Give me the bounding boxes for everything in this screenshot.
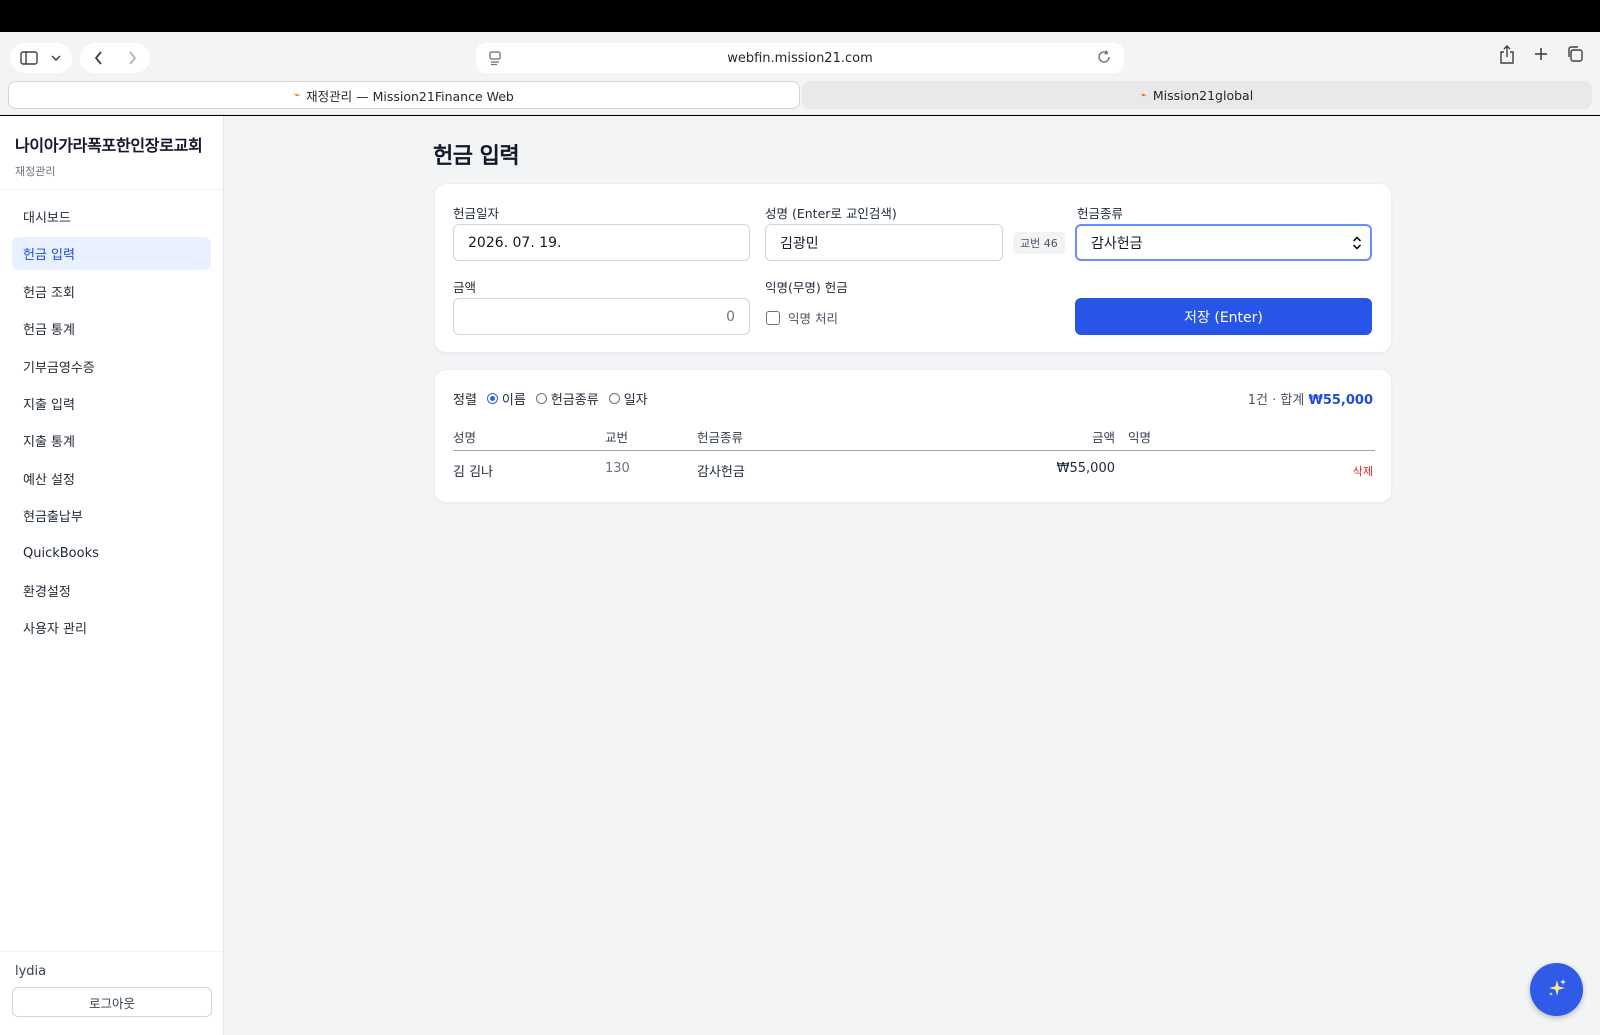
sidebar-nav: 대시보드 헌금 입력 헌금 조회 헌금 통계 기부금영수증 지출 입력 지출 통… <box>0 190 223 659</box>
amount-label: 금액 <box>453 280 477 295</box>
sidebar-item-offering-search[interactable]: 헌금 조회 <box>12 275 211 308</box>
radio-unchecked-icon[interactable] <box>608 393 620 404</box>
current-user: lydia <box>15 964 47 979</box>
column-header-member[interactable]: 교번 <box>605 427 628 446</box>
amount-input[interactable] <box>453 298 750 335</box>
sidebar-toggle-group <box>10 43 72 73</box>
tab-strip: ⌁ 재정관리 — Mission21Finance Web ⌁ Mission2… <box>8 81 1592 109</box>
offering-type-select[interactable]: 감사헌금 <box>1075 224 1372 261</box>
menu-bar-strip <box>0 0 1600 32</box>
tab-finance[interactable]: ⌁ 재정관리 — Mission21Finance Web <box>8 81 800 109</box>
anonymous-checkbox-label: 익명 처리 <box>788 311 838 326</box>
org-name: 나이아가라폭포한인장로교회 <box>15 136 203 155</box>
sidebar: 나이아가라폭포한인장로교회 재정관리 대시보드 헌금 입력 헌금 조회 헌금 통… <box>0 116 224 1035</box>
summary-total: ₩55,000 <box>1308 393 1373 408</box>
anonymous-label: 익명(무명) 헌금 <box>765 280 848 295</box>
sidebar-item-quickbooks[interactable]: QuickBooks <box>12 537 211 570</box>
anonymous-checkbox[interactable] <box>766 310 780 325</box>
sort-option-type[interactable]: 헌금종류 <box>535 389 599 408</box>
reload-icon[interactable] <box>1096 49 1112 69</box>
sparkles-icon <box>1546 977 1568 1003</box>
brand: 나이아가라폭포한인장로교회 재정관리 <box>0 116 223 190</box>
page-menu-icon[interactable] <box>488 50 502 70</box>
offering-list-card: 정렬 이름 헌금종류 일자 1건 · 합계 ₩55,000 성명 교번 헌금종류… <box>434 369 1392 503</box>
forward-icon[interactable] <box>122 47 142 69</box>
new-tab-icon[interactable] <box>1530 43 1552 65</box>
cell-type: 감사헌금 <box>697 465 745 480</box>
sort-option-date[interactable]: 일자 <box>608 389 648 408</box>
main-content: 헌금 입력 헌금일자 2026. 07. 19. 성명 (Enter로 교인검색… <box>224 116 1600 1035</box>
org-subtitle: 재정관리 <box>15 165 56 178</box>
url-text: webfin.mission21.com <box>727 50 873 66</box>
delete-button[interactable]: 삭제 <box>1353 463 1373 479</box>
assistant-fab[interactable] <box>1530 963 1583 1016</box>
sidebar-toggle-icon[interactable] <box>18 47 40 69</box>
date-field[interactable]: 2026. 07. 19. <box>453 224 750 261</box>
app-root: 나이아가라폭포한인장로교회 재정관리 대시보드 헌금 입력 헌금 조회 헌금 통… <box>0 116 1600 1035</box>
date-value: 2026. 07. 19. <box>468 234 562 251</box>
address-bar[interactable]: webfin.mission21.com <box>476 43 1124 73</box>
save-button[interactable]: 저장 (Enter) <box>1075 298 1372 335</box>
back-icon[interactable] <box>88 47 108 69</box>
cell-name: 김 김나 <box>453 465 494 480</box>
anonymous-checkbox-row[interactable]: 익명 처리 <box>766 308 838 327</box>
date-label: 헌금일자 <box>453 206 500 221</box>
sidebar-item-budget[interactable]: 예산 설정 <box>12 462 211 495</box>
sidebar-item-cash-book[interactable]: 현금출납부 <box>12 499 211 532</box>
name-value: 김광민 <box>780 235 819 252</box>
radio-checked-icon[interactable] <box>486 393 498 404</box>
member-number-badge: 교번 46 <box>1013 232 1065 254</box>
name-field[interactable]: 김광민 <box>765 224 1003 261</box>
column-header-amount[interactable]: 금액 <box>1092 427 1115 446</box>
column-header-name[interactable]: 성명 <box>453 427 476 446</box>
sort-option-label: 헌금종류 <box>550 393 599 408</box>
select-arrows-icon <box>1352 235 1362 255</box>
summary-count: 1건 · 합계 <box>1247 393 1305 408</box>
tab-title: 재정관리 — Mission21Finance Web <box>306 88 514 104</box>
sidebar-item-users[interactable]: 사용자 관리 <box>12 611 211 644</box>
favicon-icon: ⌁ <box>294 89 301 101</box>
tab-title: Mission21global <box>1152 87 1254 103</box>
sidebar-item-dashboard[interactable]: 대시보드 <box>12 200 211 233</box>
tab-overview-icon[interactable] <box>1564 43 1586 65</box>
offering-form-card: 헌금일자 2026. 07. 19. 성명 (Enter로 교인검색) 김광민 … <box>434 183 1392 353</box>
sidebar-footer: lydia 로그아웃 <box>0 951 224 1035</box>
chevron-down-icon[interactable] <box>50 47 62 69</box>
sidebar-item-donation-receipt[interactable]: 기부금영수증 <box>12 350 211 383</box>
sort-label: 정렬 <box>453 393 477 408</box>
table-header-divider <box>453 450 1375 451</box>
type-label: 헌금종류 <box>1077 206 1124 221</box>
sort-option-label: 일자 <box>623 393 648 408</box>
share-icon[interactable] <box>1496 43 1518 65</box>
favicon-icon: ⌁ <box>1140 89 1147 101</box>
name-label: 성명 (Enter로 교인검색) <box>765 206 897 221</box>
logout-button[interactable]: 로그아웃 <box>12 987 212 1017</box>
sort-option-name[interactable]: 이름 <box>486 389 526 408</box>
page-title: 헌금 입력 <box>433 144 520 169</box>
nav-buttons-group <box>80 43 150 73</box>
type-value: 감사헌금 <box>1091 235 1143 252</box>
sidebar-item-expense-entry[interactable]: 지출 입력 <box>12 387 211 420</box>
radio-unchecked-icon[interactable] <box>535 393 547 404</box>
tab-global[interactable]: ⌁ Mission21global <box>802 81 1592 109</box>
column-header-anonymous[interactable]: 익명 <box>1128 427 1151 446</box>
sidebar-item-settings[interactable]: 환경설정 <box>12 574 211 607</box>
browser-toolbar: webfin.mission21.com ⌁ 재정관리 — Mission21F… <box>0 32 1600 115</box>
column-header-type[interactable]: 헌금종류 <box>697 427 743 446</box>
sidebar-item-expense-stats[interactable]: 지출 통계 <box>12 424 211 457</box>
sort-option-label: 이름 <box>501 393 526 408</box>
right-toolbar <box>1496 43 1586 65</box>
cell-amount: ₩55,000 <box>1056 461 1115 476</box>
cell-member: 130 <box>605 461 630 476</box>
sidebar-item-offering-stats[interactable]: 헌금 통계 <box>12 312 211 345</box>
sidebar-item-offering-entry[interactable]: 헌금 입력 <box>12 237 211 271</box>
sort-controls: 정렬 이름 헌금종류 일자 <box>453 389 648 408</box>
list-summary: 1건 · 합계 ₩55,000 <box>1248 389 1373 408</box>
